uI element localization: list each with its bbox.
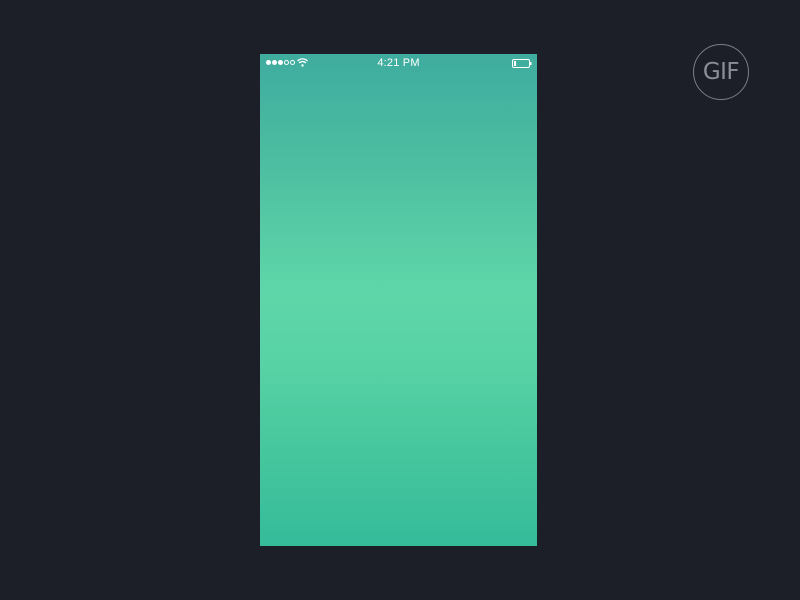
canvas: 4:21 PM GIF [0, 0, 800, 600]
phone-screen: 4:21 PM [260, 54, 537, 546]
battery-icon [512, 59, 532, 68]
gif-badge-label: GIF [702, 59, 740, 85]
status-time: 4:21 PM [377, 57, 420, 69]
status-bar: 4:21 PM [260, 54, 537, 74]
gif-badge: GIF [693, 44, 749, 100]
